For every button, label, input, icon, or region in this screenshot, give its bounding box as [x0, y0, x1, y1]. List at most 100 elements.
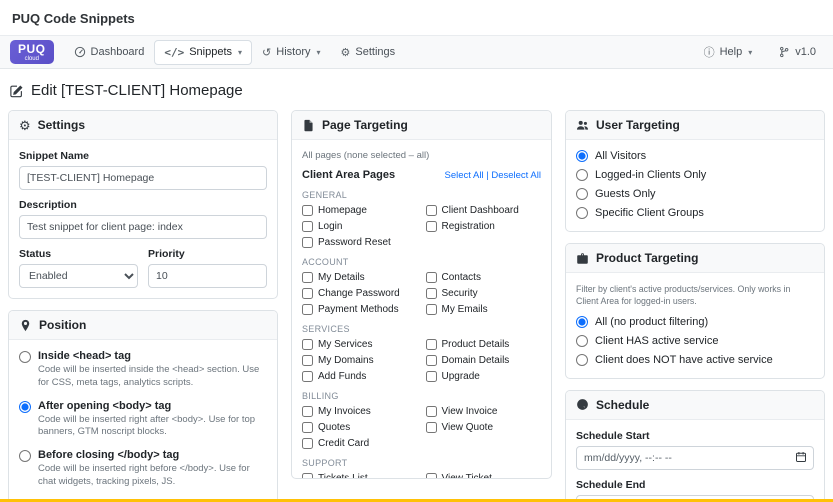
- nav-item-dashboard[interactable]: Dashboard: [64, 40, 155, 64]
- card-title: Schedule: [596, 398, 649, 412]
- page-checkbox-item[interactable]: Tickets List: [302, 473, 418, 478]
- page-checkbox-item[interactable]: Credit Card: [302, 438, 418, 449]
- page-checkbox[interactable]: [302, 272, 313, 283]
- user-targeting-card-header: User Targeting: [566, 111, 824, 140]
- page-checkbox[interactable]: [426, 422, 437, 433]
- page-checkbox-item[interactable]: My Details: [302, 272, 418, 283]
- page-checkbox[interactable]: [302, 355, 313, 366]
- page-checkbox[interactable]: [302, 422, 313, 433]
- calendar-icon[interactable]: [795, 451, 807, 463]
- page-checkbox-item[interactable]: My Invoices: [302, 406, 418, 417]
- page-checkbox[interactable]: [426, 288, 437, 299]
- user-targeting-radio[interactable]: [576, 169, 588, 181]
- page-checkbox[interactable]: [302, 304, 313, 315]
- user-targeting-option[interactable]: Logged-in Clients Only: [576, 169, 814, 181]
- page-checkbox[interactable]: [426, 221, 437, 232]
- page-checkbox[interactable]: [426, 473, 437, 478]
- page-checkbox-item[interactable]: Security: [426, 288, 542, 299]
- page-checkbox-item[interactable]: Quotes: [302, 422, 418, 433]
- snippet-name-input[interactable]: [19, 166, 267, 190]
- settings-card: ⚙ Settings Snippet Name Description Stat…: [8, 110, 278, 299]
- page-checkbox-item[interactable]: Client Dashboard: [426, 205, 542, 216]
- position-radio[interactable]: [19, 401, 31, 413]
- info-circle-icon: ⓘ: [704, 44, 715, 60]
- page-checkbox-item[interactable]: Product Details: [426, 339, 542, 350]
- position-option[interactable]: Before closing </body> tagCode will be i…: [19, 449, 267, 489]
- file-icon: [302, 119, 315, 132]
- page-checkbox[interactable]: [426, 355, 437, 366]
- dashboard-gauge-icon: [74, 46, 86, 58]
- page-checkbox-item[interactable]: Add Funds: [302, 371, 418, 382]
- page-checkbox[interactable]: [302, 339, 313, 350]
- page-checkbox[interactable]: [426, 406, 437, 417]
- page-checkbox-item[interactable]: Payment Methods: [302, 304, 418, 315]
- page-checkbox[interactable]: [302, 371, 313, 382]
- app-title-bar: PUQ Code Snippets: [0, 0, 833, 35]
- nav-item-settings[interactable]: ⚙ Settings: [331, 40, 406, 65]
- schedule-end-label: Schedule End: [576, 479, 814, 491]
- page-checkbox[interactable]: [302, 406, 313, 417]
- nav-item-snippets[interactable]: </> Snippets ▾: [154, 40, 252, 65]
- nav-item-version[interactable]: v1.0: [771, 40, 823, 64]
- status-label: Status: [19, 248, 138, 260]
- user-targeting-radio[interactable]: [576, 188, 588, 200]
- page-checkbox-item[interactable]: My Domains: [302, 355, 418, 366]
- puq-cloud-logo[interactable]: PUQ cloud: [10, 40, 54, 64]
- position-radio[interactable]: [19, 351, 31, 363]
- radio-description: Code will be inserted right before </bod…: [38, 463, 267, 489]
- brand-subtext: cloud: [25, 56, 39, 62]
- select-all-link[interactable]: Select All: [445, 170, 484, 181]
- product-targeting-option[interactable]: All (no product filtering): [576, 316, 814, 328]
- user-targeting-option[interactable]: Specific Client Groups: [576, 207, 814, 219]
- page-checkbox[interactable]: [426, 304, 437, 315]
- page-checkbox-item[interactable]: View Ticket: [426, 473, 542, 478]
- schedule-start-input[interactable]: [576, 446, 814, 470]
- page-checkbox[interactable]: [426, 339, 437, 350]
- page-checkbox[interactable]: [302, 473, 313, 478]
- page-checkbox-item[interactable]: My Services: [302, 339, 418, 350]
- radio-label: After opening <body> tag: [38, 400, 267, 412]
- user-targeting-option[interactable]: All Visitors: [576, 150, 814, 162]
- description-input[interactable]: [19, 215, 267, 239]
- page-checkbox[interactable]: [426, 371, 437, 382]
- page-checkbox[interactable]: [302, 205, 313, 216]
- user-targeting-option[interactable]: Guests Only: [576, 188, 814, 200]
- page-checkbox-item[interactable]: Change Password: [302, 288, 418, 299]
- checkbox-label: Payment Methods: [318, 304, 399, 315]
- page-checkbox-item[interactable]: View Quote: [426, 422, 542, 433]
- page-checkbox-item[interactable]: Upgrade: [426, 371, 542, 382]
- page-group-label: ACCOUNT: [302, 257, 541, 267]
- page-checkbox[interactable]: [426, 205, 437, 216]
- status-select[interactable]: Enabled: [19, 264, 138, 288]
- page-checkbox[interactable]: [302, 438, 313, 449]
- deselect-all-link[interactable]: Deselect All: [491, 170, 541, 181]
- page-checkbox-item[interactable]: Registration: [426, 221, 542, 232]
- position-radio[interactable]: [19, 450, 31, 462]
- user-targeting-radio[interactable]: [576, 150, 588, 162]
- product-targeting-radio[interactable]: [576, 354, 588, 366]
- chevron-down-icon: ▾: [238, 48, 242, 57]
- position-option[interactable]: Inside <head> tagCode will be inserted i…: [19, 350, 267, 390]
- page-checkbox[interactable]: [426, 272, 437, 283]
- page-checkbox-item[interactable]: My Emails: [426, 304, 542, 315]
- schedule-card-header: Schedule: [566, 391, 824, 420]
- page-checkbox-item[interactable]: Homepage: [302, 205, 418, 216]
- page-checkbox[interactable]: [302, 288, 313, 299]
- page-checkbox-item[interactable]: Password Reset: [302, 237, 418, 248]
- product-targeting-option[interactable]: Client does NOT have active service: [576, 354, 814, 366]
- product-targeting-radio[interactable]: [576, 335, 588, 347]
- page-checkbox-item[interactable]: Domain Details: [426, 355, 542, 366]
- nav-item-help[interactable]: ⓘ Help ▾: [697, 38, 760, 66]
- product-targeting-radio[interactable]: [576, 316, 588, 328]
- page-checkbox[interactable]: [302, 237, 313, 248]
- page-targeting-scroll-area[interactable]: All pages (none selected – all) Client A…: [292, 140, 551, 478]
- nav-item-history[interactable]: ↺ History ▾: [252, 40, 330, 65]
- page-checkbox-item[interactable]: View Invoice: [426, 406, 542, 417]
- page-checkbox-item[interactable]: Login: [302, 221, 418, 232]
- user-targeting-radio[interactable]: [576, 207, 588, 219]
- page-checkbox[interactable]: [302, 221, 313, 232]
- page-checkbox-item[interactable]: Contacts: [426, 272, 542, 283]
- priority-input[interactable]: [148, 264, 267, 288]
- position-option[interactable]: After opening <body> tagCode will be ins…: [19, 400, 267, 440]
- product-targeting-option[interactable]: Client HAS active service: [576, 335, 814, 347]
